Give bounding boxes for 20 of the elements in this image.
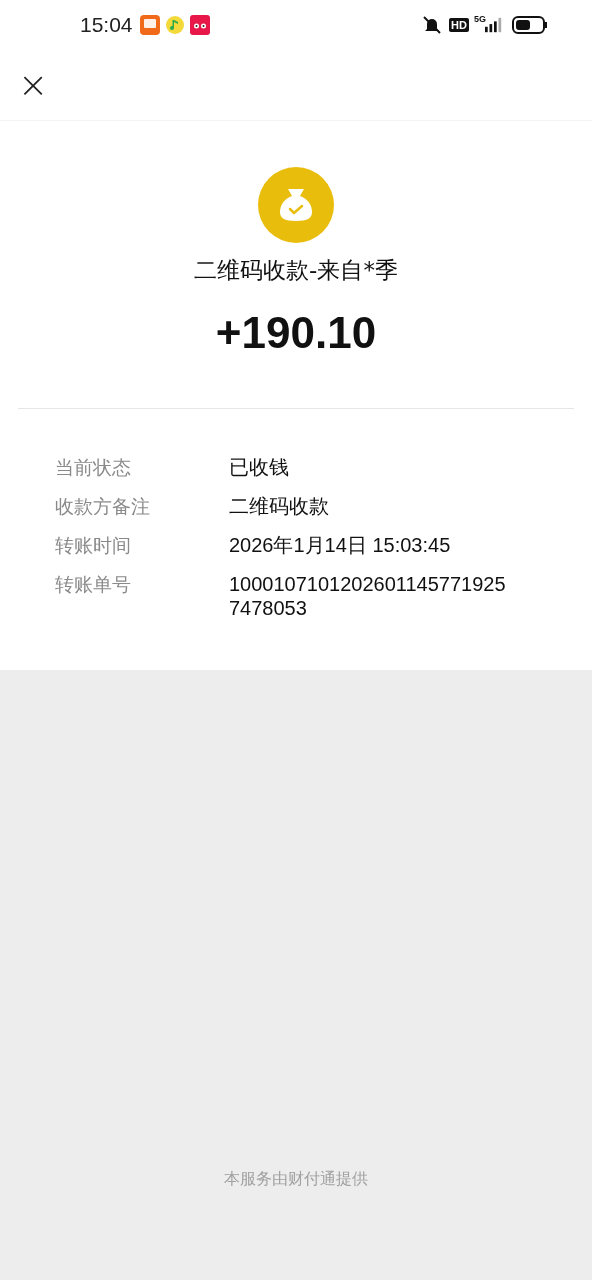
detail-label: 收款方备注	[55, 494, 151, 518]
detail-label: 当前状态	[55, 455, 132, 479]
network-type: 5G	[474, 14, 486, 24]
detail-value: 已收钱	[229, 455, 290, 479]
signal-icon	[485, 17, 503, 33]
battery-icon	[512, 16, 548, 34]
status-time: 15:04	[80, 13, 133, 37]
detail-value: 2026年1月14日 15:03:45	[229, 533, 452, 557]
close-button[interactable]: ×	[14, 67, 53, 103]
amount: +190.10	[215, 308, 377, 358]
money-bag-icon	[258, 167, 334, 243]
detail-value: 二维码收款	[229, 494, 330, 518]
detail-label: 转账单号	[55, 572, 132, 596]
detail-label: 转账时间	[55, 533, 132, 557]
detail-value: 10001071012026011457719257478053	[229, 572, 507, 620]
footer-text: 本服务由财付通提供	[223, 1169, 369, 1190]
app-icon	[139, 15, 160, 35]
payment-title: 二维码收款-来自*季	[194, 256, 398, 285]
hd-badge: HD	[449, 18, 469, 32]
music-note-icon	[164, 15, 185, 35]
